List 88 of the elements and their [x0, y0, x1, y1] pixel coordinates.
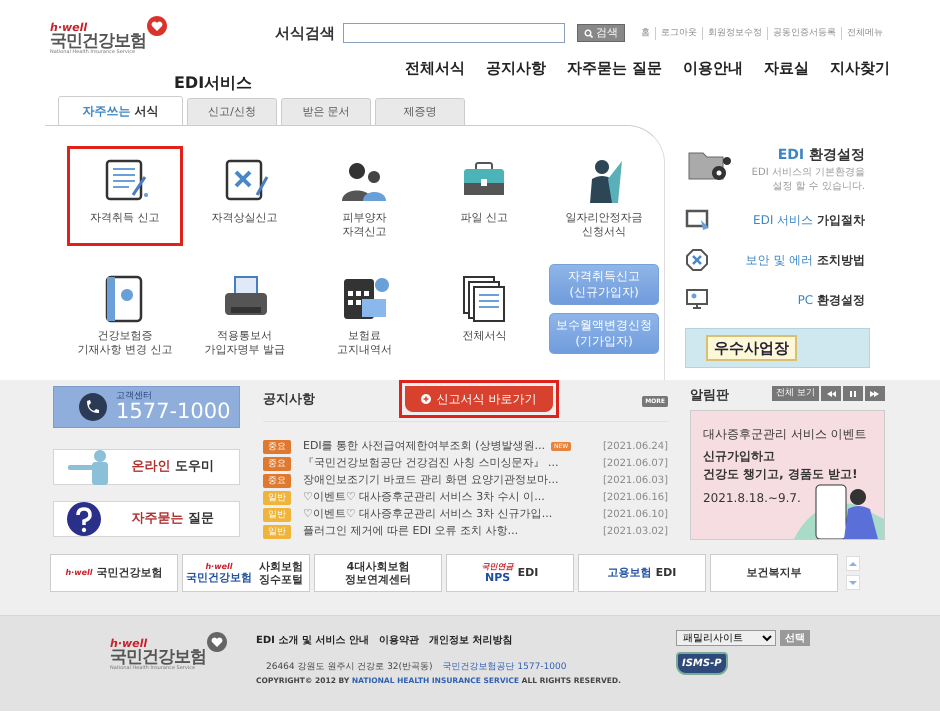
plus-circle-icon	[420, 394, 431, 404]
notice-title[interactable]: EDI를 통한 사전급여제한여부조회 (상병발생원...	[303, 438, 545, 455]
brand-tagline: h·well	[50, 22, 88, 33]
guide-link[interactable]: EDI 서비스 가입절차	[753, 211, 865, 229]
nav-link[interactable]: 자주묻는 질문	[566, 56, 662, 79]
search-label: 서식검색	[275, 23, 335, 44]
search-icon	[584, 28, 593, 38]
guide-link[interactable]: 보안 및 에러 조치방법	[746, 251, 865, 269]
settings-description: EDI 서비스의 기본환경을 설정 할 수 있습니다.	[752, 166, 865, 194]
settings-title: EDI 환경설정	[776, 146, 865, 165]
contact-text: 국민건강보험공단 1577-1000	[442, 662, 566, 672]
view-all-button[interactable]: 전체 보기	[772, 386, 819, 401]
util-link[interactable]: 로그아웃	[655, 26, 697, 40]
address-text: 26464 강원도 원주시 건강로 32(반곡동)	[266, 662, 433, 672]
nav-link[interactable]: 공지사항	[486, 56, 546, 79]
phone-number: 1577-1000	[116, 401, 230, 422]
notice-title[interactable]: ♡이벤트♡ 대사증후군관리 서비스 3차 수시 이...	[303, 489, 545, 506]
pause-icon[interactable]	[847, 390, 859, 398]
brand-name: 국민건강보험	[50, 33, 146, 50]
tab[interactable]: 받은 문서	[281, 98, 371, 125]
nav-link[interactable]: 전체서식	[405, 56, 465, 79]
notice-title[interactable]: 장애인보조기기 바코드 관리 화면 요양기관정보마...	[303, 472, 558, 489]
brand-tagline: h·well	[110, 638, 148, 649]
next-icon[interactable]	[869, 390, 881, 398]
notice-date: [2021.06.10]	[602, 508, 668, 522]
form-shortcut[interactable]: 건강보험증 기재사항 변경 신고	[66, 264, 183, 364]
search-field[interactable]	[343, 23, 565, 44]
partner-link[interactable]: 보건복지부	[710, 554, 838, 592]
banner-headline: 신규가입하고 건강도 챙기고, 경품도 받고!	[703, 448, 859, 483]
notice-date: [2021.06.03]	[602, 474, 668, 488]
tab[interactable]: 자주쓰는 서식	[58, 96, 183, 125]
service-title: EDI서비스	[174, 72, 252, 94]
notice-tag: 일반	[263, 508, 291, 522]
form-shortcut[interactable]: 전체서식	[426, 264, 542, 364]
notice-date: [2021.06.07]	[602, 457, 668, 471]
nav-link[interactable]: 자료실	[764, 56, 810, 79]
previous-icon[interactable]	[825, 390, 837, 398]
nav-link[interactable]: 지사찾기	[830, 56, 890, 79]
search-button[interactable]: 검색	[577, 24, 625, 42]
partner-link[interactable]: h·well 국민건강보험	[50, 554, 178, 592]
partner-link[interactable]: 4대사회보험 정보연계센터	[314, 554, 442, 592]
notice-date: [2021.06.24]	[602, 440, 668, 454]
notice-tag: 중요	[263, 440, 291, 454]
shortcut-button[interactable]: 신고서식 바로가기	[404, 386, 553, 412]
util-link[interactable]: 공동인증서등록	[767, 26, 836, 40]
footer-link[interactable]: 이용약관	[378, 635, 419, 646]
notice-tag: 중요	[263, 474, 291, 488]
monitor-gear-icon	[685, 288, 711, 312]
form-shortcut[interactable]: 일자리안정자금 신청서식	[546, 146, 662, 246]
x-octagon-icon	[685, 248, 711, 272]
notice-title[interactable]: 『국민건강보험공단 건강검진 사칭 스미싱문자』 ...	[303, 455, 558, 472]
notice-date: [2021.06.16]	[602, 491, 668, 505]
certification-badge: ISMS-P	[676, 652, 728, 675]
touch-screen-icon	[685, 208, 711, 232]
form-shortcut[interactable]: 파일 신고	[426, 146, 542, 246]
banner-period: 2021.8.18.~9.7.	[703, 490, 802, 507]
form-shortcut[interactable]: 보험료 고지내역서	[306, 264, 422, 364]
brand-name: 국민건강보험	[110, 649, 206, 666]
tab[interactable]: 제증명	[375, 98, 465, 125]
form-shortcut[interactable]: 적용통보서 가입자명부 발급	[186, 264, 303, 364]
footer-link[interactable]: 개인정보 처리방침	[428, 635, 512, 646]
board-title: 알림판	[690, 387, 729, 405]
banner-subtitle: 대사증후군관리 서비스 이벤트	[703, 426, 868, 443]
tab[interactable]: 신고/신청	[187, 98, 277, 125]
notice-title[interactable]: ♡이벤트♡ 대사증후군관리 서비스 3차 신규가입...	[303, 506, 552, 523]
helper-link[interactable]: 자주묻는 질문	[53, 501, 240, 537]
form-shortcut[interactable]: 피부양자 자격신고	[306, 146, 422, 246]
helper-link[interactable]: 온라인 도우미	[53, 449, 240, 485]
notice-date: [2021.03.02]	[602, 525, 668, 539]
notice-tag: 일반	[263, 490, 291, 504]
form-shortcut[interactable]: 자격취득 신고	[66, 146, 183, 246]
section-title: 공지사항	[263, 391, 315, 409]
partner-link[interactable]: 고용보험 EDI	[578, 554, 706, 592]
award-banner: 우수사업장	[685, 328, 870, 368]
util-link[interactable]: 홈	[641, 26, 650, 40]
notice-tag: 중요	[263, 456, 291, 470]
util-link[interactable]: 회원정보수정	[702, 26, 762, 40]
notice-title[interactable]: 플러그인 제거에 따른 EDI 오류 조치 사항...	[303, 523, 518, 540]
footer-link[interactable]: EDI 소개 및 서비스 안내	[256, 635, 369, 646]
form-shortcut[interactable]: 자격상실신고	[186, 146, 303, 246]
nav-link[interactable]: 이용안내	[683, 56, 744, 79]
phone-icon	[78, 392, 108, 422]
guide-link[interactable]: PC 환경설정	[798, 291, 865, 309]
notice-tag: 일반	[263, 524, 291, 538]
family-site-select[interactable]: 패밀리사이트	[676, 630, 776, 646]
customer-center-label: 고객센터	[116, 392, 153, 401]
partner-link[interactable]: h·well 국민건강보험 사회보험 징수포털	[182, 554, 310, 592]
util-link[interactable]: 전체메뉴	[841, 26, 883, 40]
